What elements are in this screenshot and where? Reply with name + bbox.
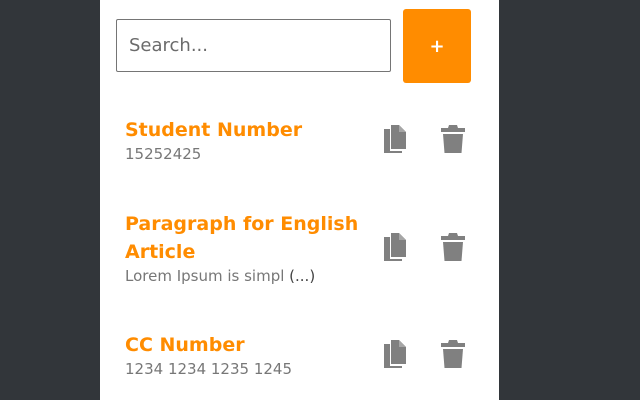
- snippet-title: Student Number: [125, 119, 303, 141]
- expand-link[interactable]: (...): [289, 267, 315, 285]
- snippet-title: Paragraph for English Article: [125, 213, 359, 263]
- list-item: Paragraph for English Article Lorem Ipsu…: [125, 210, 475, 286]
- copy-icon[interactable]: [378, 336, 410, 372]
- snippet-title: CC Number: [125, 334, 245, 356]
- snippet-value: 15252425: [125, 145, 202, 163]
- snippet-value: Lorem Ipsum is simpl (...): [125, 267, 316, 285]
- snippet-value: 1234 1234 1235 1245: [125, 360, 292, 378]
- trash-icon[interactable]: [437, 336, 469, 372]
- copy-icon[interactable]: [378, 229, 410, 265]
- trash-icon[interactable]: [437, 229, 469, 265]
- search-input[interactable]: [116, 19, 391, 72]
- add-snippet-button[interactable]: +: [403, 9, 471, 83]
- list-item: CC Number 1234 1234 1235 1245: [125, 331, 475, 379]
- copy-icon[interactable]: [378, 121, 410, 157]
- trash-icon[interactable]: [437, 121, 469, 157]
- list-item: Student Number 15252425: [125, 116, 475, 164]
- snippet-panel: + Student Number 15252425 Paragraph for …: [100, 0, 499, 400]
